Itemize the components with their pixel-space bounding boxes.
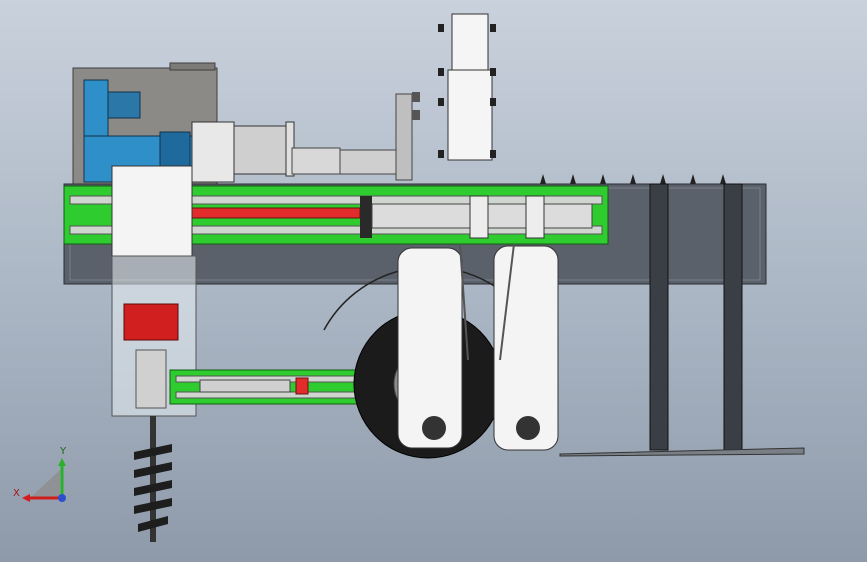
frame-spikes — [540, 174, 726, 184]
axis-x-label: X — [13, 488, 20, 499]
upper-mast — [438, 13, 496, 161]
axis-triad: Y X — [13, 446, 67, 502]
cad-viewport[interactable]: Y X — [0, 0, 867, 562]
axis-y-label: Y — [59, 446, 67, 457]
drive-shaft — [291, 92, 420, 181]
auger-bit — [134, 416, 172, 542]
coupling-block — [191, 121, 295, 183]
